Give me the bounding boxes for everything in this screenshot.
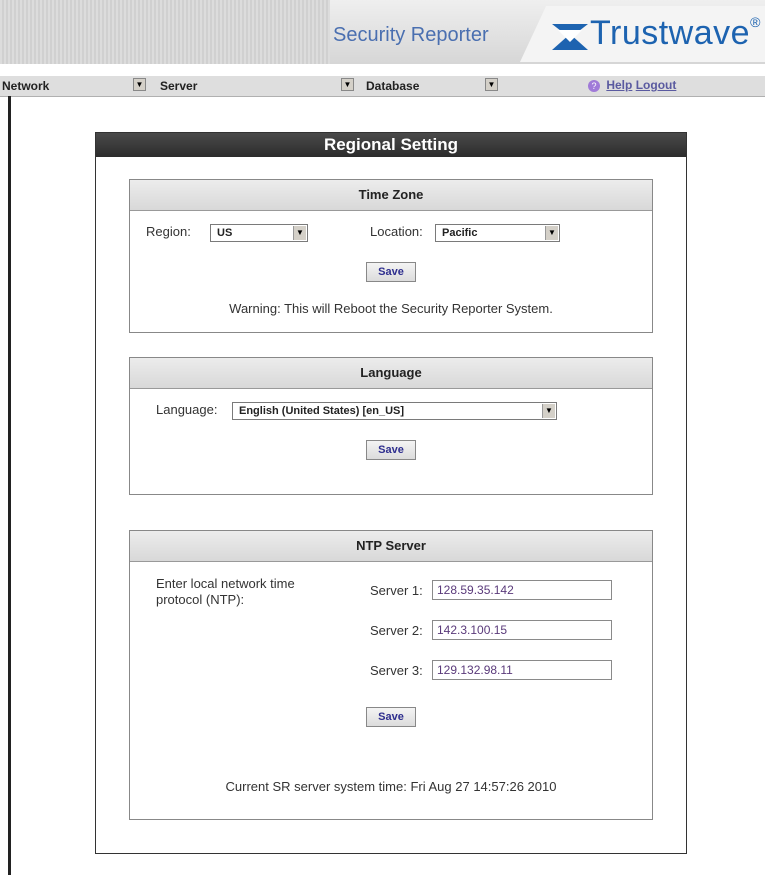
ntp-server2-input[interactable]: 142.3.100.15 — [432, 620, 612, 640]
chevron-down-icon[interactable]: ▼ — [485, 78, 498, 91]
time-zone-header: Time Zone — [130, 180, 652, 211]
chevron-down-icon[interactable]: ▼ — [293, 226, 306, 240]
page-title: Regional Setting — [96, 133, 686, 157]
region-select[interactable]: US ▼ — [210, 224, 308, 242]
language-value: English (United States) [en_US] — [239, 405, 405, 417]
region-label: Region: — [146, 224, 191, 239]
time-zone-save-button[interactable]: Save — [366, 262, 416, 282]
nav-menu-database[interactable]: Database — [366, 79, 419, 93]
region-value: US — [217, 227, 233, 239]
logo-text: Trustwave® — [590, 14, 761, 52]
ntp-header: NTP Server — [130, 531, 652, 562]
language-save-button[interactable]: Save — [366, 440, 416, 460]
regional-setting-panel: Regional Setting Time Zone Region: US ▼ … — [95, 132, 687, 854]
location-value: Pacific — [442, 227, 478, 239]
left-border — [8, 96, 11, 875]
time-zone-section: Time Zone Region: US ▼ Location: Pacific… — [129, 179, 653, 333]
nav-bar: Network ▼ Server ▼ Database ▼ ? Help Log… — [0, 76, 765, 97]
chevron-down-icon[interactable]: ▼ — [542, 404, 555, 418]
server3-label: Server 3: — [370, 663, 423, 678]
ntp-intro-line1: Enter local network time — [156, 576, 295, 591]
trustwave-logo: Trustwave® — [510, 0, 765, 64]
chevron-down-icon[interactable]: ▼ — [341, 78, 354, 91]
current-server-time: Current SR server system time: Fri Aug 2… — [225, 779, 557, 794]
reboot-warning: Warning: This will Reboot the Security R… — [229, 301, 553, 316]
app-header: Security Reporter Trustwave® — [0, 0, 765, 64]
location-label: Location: — [370, 224, 423, 239]
language-header: Language — [130, 358, 652, 389]
ntp-save-button[interactable]: Save — [366, 707, 416, 727]
ntp-server3-input[interactable]: 129.132.98.11 — [432, 660, 612, 680]
trustwave-logo-icon — [552, 24, 588, 50]
server2-label: Server 2: — [370, 623, 423, 638]
language-section: Language Language: English (United State… — [129, 357, 653, 495]
ntp-server1-input[interactable]: 128.59.35.142 — [432, 580, 612, 600]
nav-menu-server[interactable]: Server — [160, 79, 197, 93]
ntp-server-section: NTP Server Enter local network time prot… — [129, 530, 653, 820]
help-icon[interactable]: ? — [588, 79, 600, 92]
ntp-intro-line2: protocol (NTP): — [156, 592, 245, 607]
chevron-down-icon[interactable]: ▼ — [133, 78, 146, 91]
language-label: Language: — [156, 402, 218, 417]
server1-label: Server 1: — [370, 583, 423, 598]
nav-menu-network[interactable]: Network — [2, 79, 49, 93]
chevron-down-icon[interactable]: ▼ — [545, 226, 558, 240]
language-select[interactable]: English (United States) [en_US] ▼ — [232, 402, 557, 420]
product-title: Security Reporter — [333, 24, 489, 46]
header-texture — [0, 0, 330, 64]
help-logout-group: ? Help Logout — [588, 78, 676, 92]
location-select[interactable]: Pacific ▼ — [435, 224, 560, 242]
help-link[interactable]: Help — [606, 78, 632, 92]
logout-link[interactable]: Logout — [636, 78, 677, 92]
